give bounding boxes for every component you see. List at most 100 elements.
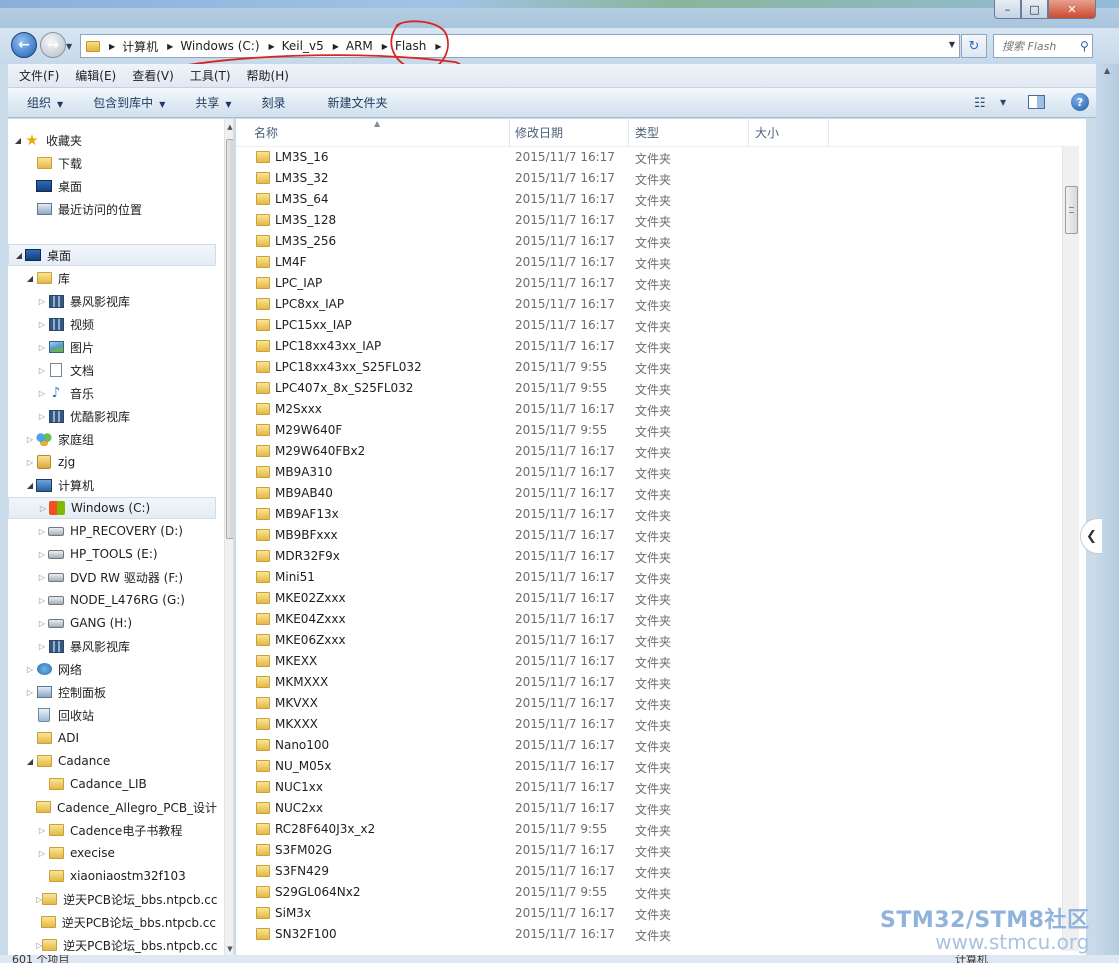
file-row[interactable]: SiM3x 2015/11/7 16:17 文件夹 <box>236 903 1066 924</box>
nav-item[interactable]: 回收站 <box>8 704 216 726</box>
nav-item[interactable]: ◢ 计算机 <box>8 474 216 496</box>
nav-item[interactable]: Cadance_LIB <box>8 773 216 795</box>
search-input[interactable] <box>1002 39 1080 53</box>
file-row[interactable]: LM3S_128 2015/11/7 16:17 文件夹 <box>236 210 1066 231</box>
chevron-down-icon[interactable]: ▼ <box>1000 98 1006 107</box>
collapsed-arrow-icon[interactable]: ▷ <box>36 366 48 375</box>
collapsed-arrow-icon[interactable]: ▷ <box>36 343 48 352</box>
file-row[interactable]: S29GL064Nx2 2015/11/7 9:55 文件夹 <box>236 882 1066 903</box>
file-row[interactable]: LPC_IAP 2015/11/7 16:17 文件夹 <box>236 273 1066 294</box>
file-list-scroll-thumb[interactable] <box>1065 186 1078 234</box>
collapsed-arrow-icon[interactable]: ▷ <box>36 550 48 559</box>
file-row[interactable]: LPC15xx_IAP 2015/11/7 16:17 文件夹 <box>236 315 1066 336</box>
collapsed-arrow-icon[interactable]: ▷ <box>24 435 36 444</box>
maximize-button[interactable]: □ <box>1021 0 1048 19</box>
file-row[interactable]: LM3S_32 2015/11/7 16:17 文件夹 <box>236 168 1066 189</box>
breadcrumb-computer[interactable]: 计算机 <box>122 38 158 55</box>
forward-button[interactable]: → <box>40 32 66 58</box>
collapsed-arrow-icon[interactable]: ▷ <box>36 596 48 605</box>
nav-item[interactable]: ▷ ♪ 音乐 <box>8 382 216 404</box>
breadcrumb-arm[interactable]: ARM <box>346 39 373 53</box>
burn-button[interactable]: 刻录 <box>262 94 286 111</box>
collapsed-arrow-icon[interactable]: ▷ <box>36 826 48 835</box>
nav-item[interactable]: ▷ HP_TOOLS (E:) <box>8 543 216 565</box>
file-row[interactable]: M2Sxxx 2015/11/7 16:17 文件夹 <box>236 399 1066 420</box>
breadcrumb-keil[interactable]: Keil_v5 <box>282 39 324 53</box>
file-row[interactable]: SN32F100 2015/11/7 16:17 文件夹 <box>236 924 1066 945</box>
file-row[interactable]: LPC18xx43xx_IAP 2015/11/7 16:17 文件夹 <box>236 336 1066 357</box>
collapsed-arrow-icon[interactable]: ▷ <box>36 573 48 582</box>
file-row[interactable]: NUC2xx 2015/11/7 16:17 文件夹 <box>236 798 1066 819</box>
collapsed-arrow-icon[interactable]: ▷ <box>36 389 48 398</box>
menu-view[interactable]: 查看(V) <box>127 67 179 84</box>
collapsed-arrow-icon[interactable]: ▷ <box>36 412 48 421</box>
preview-pane-icon[interactable] <box>1028 95 1045 109</box>
expanded-arrow-icon[interactable]: ◢ <box>24 274 36 283</box>
file-row[interactable]: LM3S_256 2015/11/7 16:17 文件夹 <box>236 231 1066 252</box>
include-in-library-button[interactable]: 包含到库中 ▼ <box>93 94 165 111</box>
nav-scroll-thumb[interactable] <box>226 139 233 539</box>
nav-item[interactable]: xiaoniaostm32f103 <box>8 865 216 887</box>
file-row[interactable]: RC28F640J3x_x2 2015/11/7 9:55 文件夹 <box>236 819 1066 840</box>
view-options-icon[interactable]: ☷ <box>974 96 986 111</box>
file-row[interactable]: MB9A310 2015/11/7 16:17 文件夹 <box>236 462 1066 483</box>
file-row[interactable]: Mini51 2015/11/7 16:17 文件夹 <box>236 567 1066 588</box>
search-box[interactable]: ⚲ <box>993 34 1093 58</box>
breadcrumb-arrow-icon[interactable]: ▶ <box>435 42 441 51</box>
breadcrumb-arrow-icon[interactable]: ▶ <box>167 42 173 51</box>
file-row[interactable]: MDR32F9x 2015/11/7 16:17 文件夹 <box>236 546 1066 567</box>
nav-item[interactable]: ▷ 视频 <box>8 313 216 335</box>
nav-item[interactable]: ▷ 暴风影视库 <box>8 635 216 657</box>
expanded-arrow-icon[interactable]: ◢ <box>24 481 36 490</box>
nav-item[interactable]: ▷ Cadence电子书教程 <box>8 819 216 841</box>
file-row[interactable]: MKXXX 2015/11/7 16:17 文件夹 <box>236 714 1066 735</box>
column-modified[interactable]: 修改日期 <box>509 119 629 147</box>
nav-item[interactable]: ▷ 家庭组 <box>8 428 216 450</box>
scroll-down-icon[interactable]: ▼ <box>225 945 233 953</box>
collapsed-arrow-icon[interactable]: ▷ <box>24 665 36 674</box>
breadcrumb-arrow-icon[interactable]: ▶ <box>269 42 275 51</box>
collapsed-arrow-icon[interactable]: ▷ <box>36 320 48 329</box>
expanded-arrow-icon[interactable]: ◢ <box>13 251 25 260</box>
file-row[interactable]: Nano100 2015/11/7 16:17 文件夹 <box>236 735 1066 756</box>
nav-scrollbar[interactable]: ▲ ▼ <box>224 119 233 955</box>
column-type[interactable]: 类型 <box>629 119 749 147</box>
history-dropdown-icon[interactable]: ▼ <box>66 42 72 51</box>
menu-file[interactable]: 文件(F) <box>14 67 64 84</box>
search-icon[interactable]: ⚲ <box>1080 39 1089 53</box>
nav-item[interactable]: ◢ ★ 收藏夹 <box>8 129 216 151</box>
file-row[interactable]: MB9BFxxx 2015/11/7 16:17 文件夹 <box>236 525 1066 546</box>
nav-item[interactable]: ▷ 优酷影视库 <box>8 405 216 427</box>
nav-item[interactable]: 下载 <box>8 152 216 174</box>
nav-item[interactable]: ▷ 暴风影视库 <box>8 290 216 312</box>
address-bar[interactable]: ▶ 计算机 ▶ Windows (C:) ▶ Keil_v5 ▶ ARM ▶ F… <box>80 34 960 58</box>
breadcrumb-flash[interactable]: Flash <box>395 39 426 53</box>
nav-item[interactable]: ◢ Cadance <box>8 750 216 772</box>
collapsed-arrow-icon[interactable]: ▷ <box>36 619 48 628</box>
file-list-scrollbar[interactable] <box>1062 146 1079 951</box>
file-row[interactable]: LPC18xx43xx_S25FL032 2015/11/7 9:55 文件夹 <box>236 357 1066 378</box>
menu-help[interactable]: 帮助(H) <box>242 67 294 84</box>
nav-item[interactable]: 桌面 <box>8 175 216 197</box>
menu-edit[interactable]: 编辑(E) <box>70 67 121 84</box>
file-row[interactable]: M29W640F 2015/11/7 9:55 文件夹 <box>236 420 1066 441</box>
scroll-up-icon[interactable]: ▲ <box>1104 66 1110 75</box>
collapsed-arrow-icon[interactable]: ▷ <box>24 458 36 467</box>
menu-tools[interactable]: 工具(T) <box>185 67 236 84</box>
nav-item[interactable]: ▷ DVD RW 驱动器 (F:) <box>8 566 216 588</box>
new-folder-button[interactable]: 新建文件夹 <box>328 94 388 111</box>
file-row[interactable]: LPC407x_8x_S25FL032 2015/11/7 9:55 文件夹 <box>236 378 1066 399</box>
nav-item[interactable]: ▷ NODE_L476RG (G:) <box>8 589 216 611</box>
organize-button[interactable]: 组织 ▼ <box>27 94 63 111</box>
file-row[interactable]: S3FN429 2015/11/7 16:17 文件夹 <box>236 861 1066 882</box>
file-row[interactable]: MKVXX 2015/11/7 16:17 文件夹 <box>236 693 1066 714</box>
refresh-button[interactable]: ↻ <box>961 34 987 58</box>
file-row[interactable]: NU_M05x 2015/11/7 16:17 文件夹 <box>236 756 1066 777</box>
nav-item[interactable]: 最近访问的位置 <box>8 198 216 220</box>
collapsed-arrow-icon[interactable]: ▷ <box>24 688 36 697</box>
nav-item[interactable]: ▷ 逆天PCB论坛_bbs.ntpcb.cc <box>8 888 217 910</box>
file-row[interactable]: MKE04Zxxx 2015/11/7 16:17 文件夹 <box>236 609 1066 630</box>
file-row[interactable]: M29W640FBx2 2015/11/7 16:17 文件夹 <box>236 441 1066 462</box>
breadcrumb-windows-c[interactable]: Windows (C:) <box>180 39 259 53</box>
address-dropdown-icon[interactable]: ▼ <box>949 40 955 49</box>
